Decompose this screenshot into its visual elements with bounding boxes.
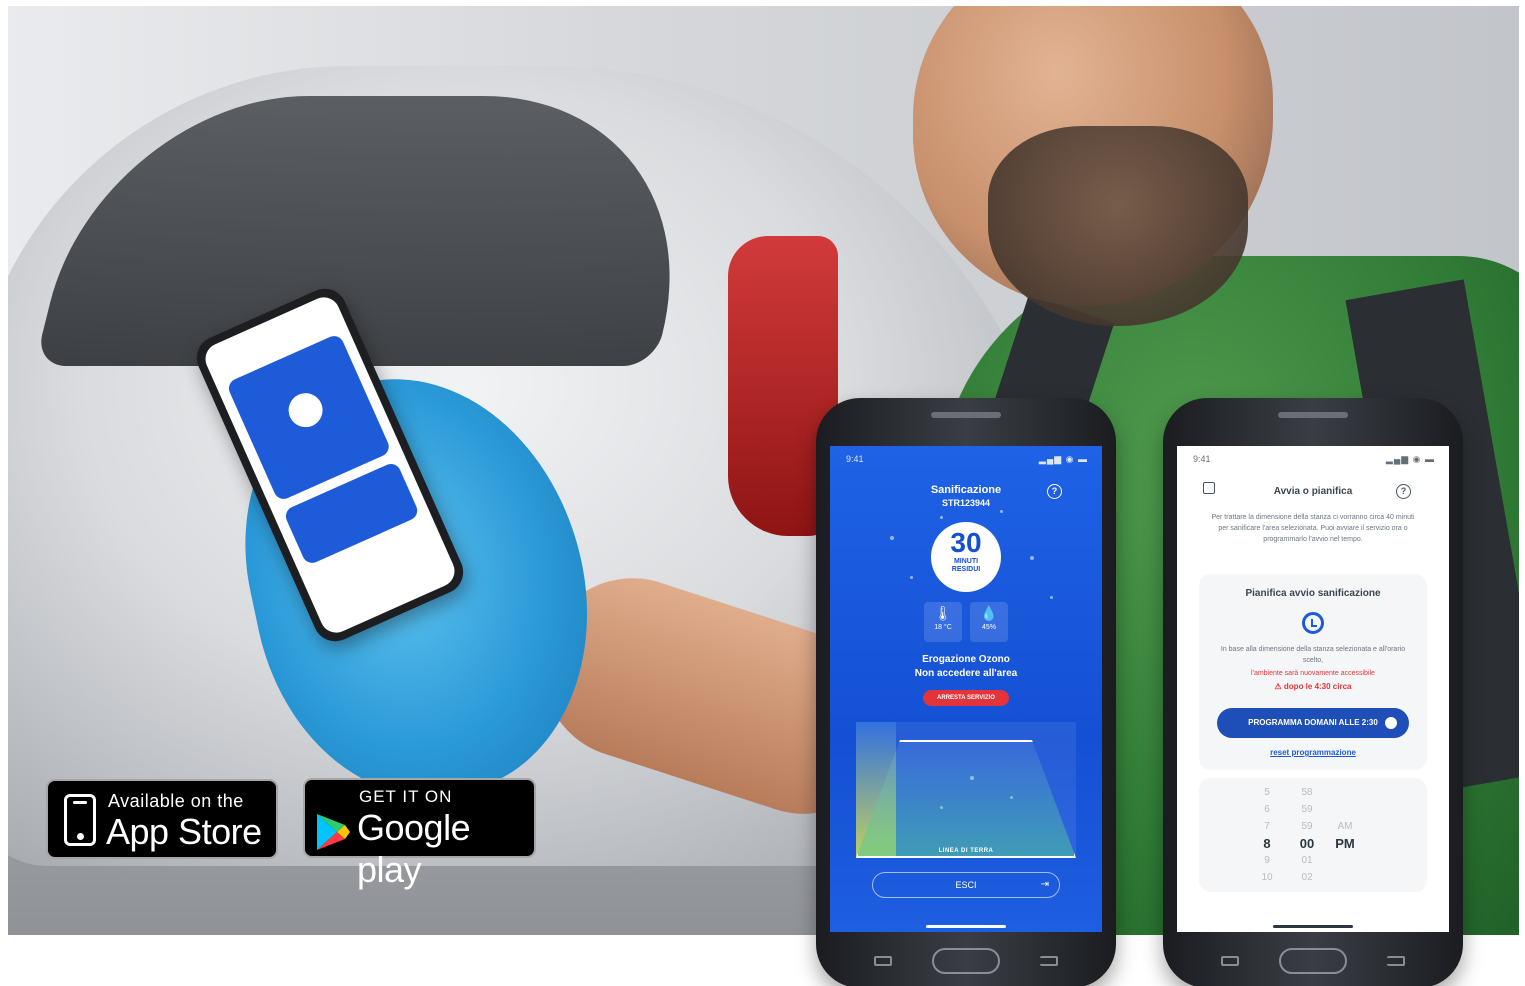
phone-schedule: 9:41 ▂▄▆ ◉ ▬ Avvia o pianifica ? Per tra…: [1163, 398, 1463, 986]
app-store-badge[interactable]: Available on the App Store: [46, 779, 278, 859]
reset-schedule-link[interactable]: reset programmazione: [1199, 748, 1427, 757]
exit-icon: ⇥: [1040, 879, 1049, 890]
phone-earpiece: [1278, 412, 1348, 418]
droplet-icon: 💧: [980, 605, 998, 621]
stop-service-button[interactable]: ARRESTA SERVIZIO: [923, 690, 1009, 706]
status-icons: ▂▄▆ ◉ ▬: [1385, 454, 1435, 464]
schedule-button[interactable]: PROGRAMMA DOMANI ALLE 2:30: [1217, 708, 1409, 738]
help-icon[interactable]: ?: [1047, 484, 1062, 499]
thermometer-icon: 🌡: [934, 605, 952, 621]
humidity-sensor: 💧 45%: [970, 602, 1008, 642]
timer-value: 30: [950, 527, 982, 558]
clock-icon: [1385, 717, 1397, 729]
selected-hour: 8: [1263, 836, 1271, 851]
sanitization-screen: 9:41 ▂▄▆ ◉ ▬ Sanificazione STR123944 ? 3…: [830, 446, 1102, 932]
mechanic-beard: [988, 126, 1248, 326]
temperature-value: 18 °C: [934, 624, 952, 631]
card-title: Pianifica avvio sanificazione: [1245, 588, 1381, 599]
back-icon: [1387, 956, 1405, 966]
ampm-column[interactable]: AM PM: [1325, 784, 1365, 886]
recent-apps-icon: [874, 956, 892, 966]
phone-earpiece: [931, 412, 1001, 418]
google-play-big-label: Google play: [357, 807, 471, 890]
warning-message: Non accedere all'area: [914, 668, 1018, 679]
app-store-small-label: Available on the: [108, 791, 244, 811]
status-icons: ▂▄▆ ◉ ▬: [1038, 454, 1088, 464]
countdown-timer: 30 MINUTI RESIDUI: [931, 522, 1001, 592]
promo-banner: Available on the App Store GET IT ON Goo…: [0, 0, 1525, 986]
schedule-card: Pianifica avvio sanificazione In base al…: [1199, 574, 1427, 770]
selected-minute: 00: [1299, 836, 1315, 851]
help-icon[interactable]: ?: [1396, 484, 1411, 499]
exit-button[interactable]: ESCI ⇥: [872, 872, 1060, 898]
selected-ampm: PM: [1335, 836, 1355, 851]
card-description: In base alla dimensione della stanza sel…: [1220, 646, 1406, 664]
status-time: 9:41: [846, 454, 864, 464]
room-diagram: LINEA DI TERRA: [856, 722, 1076, 858]
temperature-sensor: 🌡 18 °C: [924, 602, 962, 642]
app-store-big-label: App Store: [106, 811, 262, 852]
smartphone-icon: [64, 794, 96, 846]
access-time-warning: ⚠ dopo le 4:30 circa: [1274, 682, 1352, 691]
sensor-readings: 🌡 18 °C 💧 45%: [924, 602, 1008, 642]
status-message: Erogazione Ozono: [922, 654, 1010, 665]
home-button: [1279, 948, 1347, 974]
schedule-description: Per trattare la dimensione della stanza …: [1211, 514, 1415, 543]
device-code: STR123944: [941, 498, 991, 508]
home-indicator: [926, 925, 1006, 928]
access-time: dopo le 4:30 circa: [1283, 682, 1352, 691]
google-play-small-label: GET IT ON: [359, 787, 453, 806]
timer-unit: RESIDUI: [951, 566, 981, 573]
status-time: 9:41: [1193, 454, 1211, 464]
home-button: [932, 948, 1000, 974]
access-warning: l'ambiente sarà nuovamente accessibile: [1251, 670, 1375, 677]
home-indicator: [1273, 925, 1353, 928]
hour-column[interactable]: 5 6 7 8 9 10: [1247, 784, 1287, 886]
schedule-button-label: PROGRAMMA DOMANI ALLE 2:30: [1248, 718, 1378, 727]
recent-apps-icon: [1221, 956, 1239, 966]
floor-label: LINEA DI TERRA: [938, 848, 994, 854]
minute-column[interactable]: 58 59 59 00 01 02: [1287, 784, 1327, 886]
time-picker[interactable]: 5 6 7 8 9 10 58 59 59 00 01 02 AM PM: [1199, 778, 1427, 892]
google-play-icon: [317, 814, 350, 850]
back-icon: [1040, 956, 1058, 966]
timer-unit: MINUTI: [953, 558, 979, 565]
clock-icon: [1302, 612, 1324, 634]
humidity-value: 45%: [981, 624, 996, 631]
exit-label: ESCI: [955, 880, 977, 890]
google-play-badge[interactable]: GET IT ON Google play: [303, 778, 536, 890]
phone-sanitization: 9:41 ▂▄▆ ◉ ▬ Sanificazione STR123944 ? 3…: [816, 398, 1116, 986]
schedule-screen: 9:41 ▂▄▆ ◉ ▬ Avvia o pianifica ? Per tra…: [1177, 446, 1449, 932]
